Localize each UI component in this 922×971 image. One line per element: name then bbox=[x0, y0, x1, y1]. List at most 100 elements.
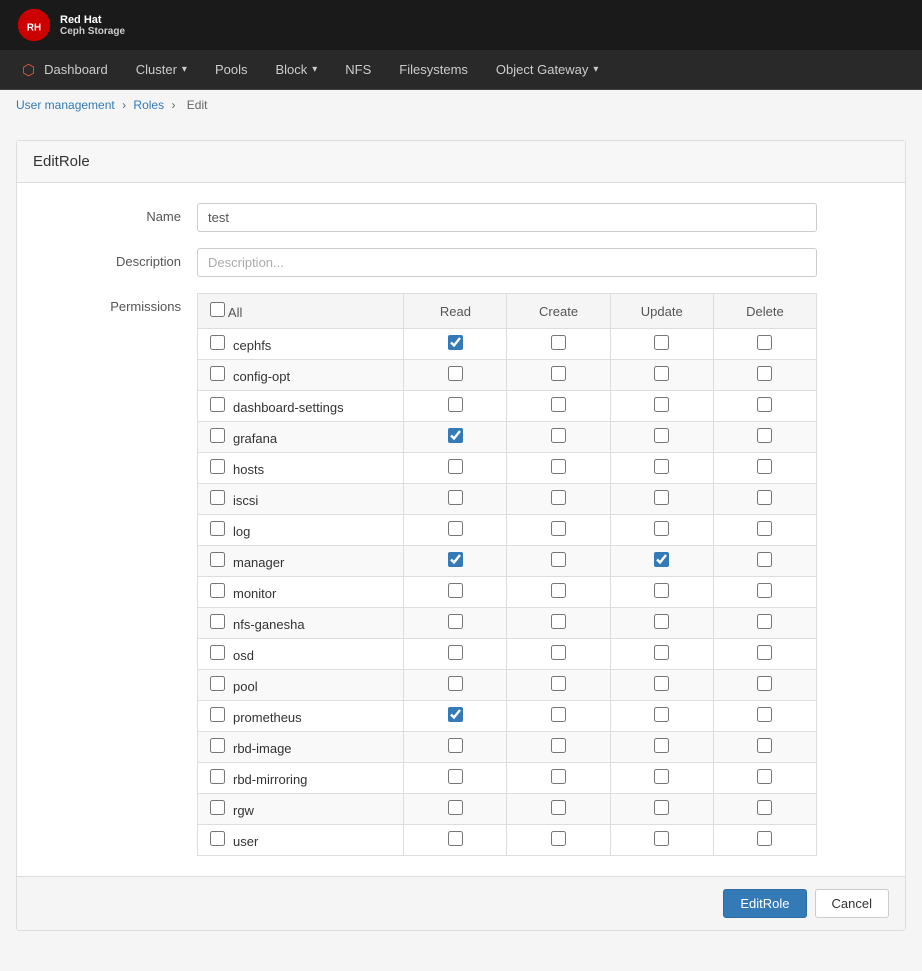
log-read-checkbox[interactable] bbox=[448, 521, 463, 536]
row-all-checkbox-user[interactable] bbox=[210, 831, 225, 846]
cancel-button[interactable]: Cancel bbox=[815, 889, 889, 918]
log-delete-checkbox[interactable] bbox=[757, 521, 772, 536]
prometheus-read-checkbox[interactable] bbox=[448, 707, 463, 722]
row-all-checkbox-config-opt[interactable] bbox=[210, 366, 225, 381]
log-create-checkbox[interactable] bbox=[551, 521, 566, 536]
prometheus-delete-checkbox[interactable] bbox=[757, 707, 772, 722]
nav-nfs[interactable]: NFS bbox=[331, 50, 385, 90]
nav-block[interactable]: Block ▾ bbox=[261, 50, 331, 90]
row-all-checkbox-rbd-image[interactable] bbox=[210, 738, 225, 753]
osd-read-checkbox[interactable] bbox=[448, 645, 463, 660]
iscsi-delete-checkbox[interactable] bbox=[757, 490, 772, 505]
nav-object-gateway[interactable]: Object Gateway ▾ bbox=[482, 50, 613, 90]
config-opt-create-checkbox[interactable] bbox=[551, 366, 566, 381]
rbd-mirroring-read-checkbox[interactable] bbox=[448, 769, 463, 784]
rgw-create-checkbox[interactable] bbox=[551, 800, 566, 815]
pool-create-checkbox[interactable] bbox=[551, 676, 566, 691]
nav-dashboard[interactable]: ⬡ Dashboard bbox=[8, 50, 122, 90]
rbd-mirroring-delete-checkbox[interactable] bbox=[757, 769, 772, 784]
hosts-read-checkbox[interactable] bbox=[448, 459, 463, 474]
row-all-checkbox-log[interactable] bbox=[210, 521, 225, 536]
pool-delete-checkbox[interactable] bbox=[757, 676, 772, 691]
monitor-update-checkbox[interactable] bbox=[654, 583, 669, 598]
rbd-image-read-checkbox[interactable] bbox=[448, 738, 463, 753]
rbd-image-create-checkbox[interactable] bbox=[551, 738, 566, 753]
config-opt-delete-checkbox[interactable] bbox=[757, 366, 772, 381]
name-input[interactable] bbox=[197, 203, 817, 232]
iscsi-create-checkbox[interactable] bbox=[551, 490, 566, 505]
manager-read-checkbox[interactable] bbox=[448, 552, 463, 567]
row-all-checkbox-rbd-mirroring[interactable] bbox=[210, 769, 225, 784]
rbd-mirroring-update-checkbox[interactable] bbox=[654, 769, 669, 784]
grafana-delete-checkbox[interactable] bbox=[757, 428, 772, 443]
row-all-checkbox-hosts[interactable] bbox=[210, 459, 225, 474]
breadcrumb-roles[interactable]: Roles bbox=[133, 98, 164, 112]
rbd-mirroring-create-checkbox[interactable] bbox=[551, 769, 566, 784]
row-all-checkbox-pool[interactable] bbox=[210, 676, 225, 691]
dashboard-settings-read-checkbox[interactable] bbox=[448, 397, 463, 412]
edit-role-button[interactable]: EditRole bbox=[723, 889, 806, 918]
prometheus-update-checkbox[interactable] bbox=[654, 707, 669, 722]
grafana-read-checkbox[interactable] bbox=[448, 428, 463, 443]
hosts-update-checkbox[interactable] bbox=[654, 459, 669, 474]
user-create-checkbox[interactable] bbox=[551, 831, 566, 846]
row-all-checkbox-cephfs[interactable] bbox=[210, 335, 225, 350]
row-all-checkbox-grafana[interactable] bbox=[210, 428, 225, 443]
config-opt-update-checkbox[interactable] bbox=[654, 366, 669, 381]
pool-read-checkbox[interactable] bbox=[448, 676, 463, 691]
nav-cluster[interactable]: Cluster ▾ bbox=[122, 50, 201, 90]
nfs-ganesha-delete-checkbox[interactable] bbox=[757, 614, 772, 629]
osd-update-checkbox[interactable] bbox=[654, 645, 669, 660]
rgw-read-checkbox[interactable] bbox=[448, 800, 463, 815]
manager-update-checkbox[interactable] bbox=[654, 552, 669, 567]
monitor-delete-checkbox[interactable] bbox=[757, 583, 772, 598]
dashboard-settings-create-checkbox[interactable] bbox=[551, 397, 566, 412]
rgw-delete-checkbox[interactable] bbox=[757, 800, 772, 815]
rbd-image-delete-checkbox[interactable] bbox=[757, 738, 772, 753]
hosts-create-checkbox[interactable] bbox=[551, 459, 566, 474]
log-update-checkbox[interactable] bbox=[654, 521, 669, 536]
manager-create-checkbox[interactable] bbox=[551, 552, 566, 567]
nfs-ganesha-create-checkbox[interactable] bbox=[551, 614, 566, 629]
row-all-checkbox-monitor[interactable] bbox=[210, 583, 225, 598]
select-all-checkbox[interactable] bbox=[210, 302, 225, 317]
osd-create-checkbox[interactable] bbox=[551, 645, 566, 660]
cephfs-read-checkbox[interactable] bbox=[448, 335, 463, 350]
nav-filesystems[interactable]: Filesystems bbox=[385, 50, 482, 90]
pool-update-checkbox[interactable] bbox=[654, 676, 669, 691]
dashboard-settings-update-checkbox[interactable] bbox=[654, 397, 669, 412]
rgw-update-checkbox[interactable] bbox=[654, 800, 669, 815]
osd-delete-checkbox[interactable] bbox=[757, 645, 772, 660]
breadcrumb-user-management[interactable]: User management bbox=[16, 98, 115, 112]
row-all-checkbox-iscsi[interactable] bbox=[210, 490, 225, 505]
row-all-checkbox-osd[interactable] bbox=[210, 645, 225, 660]
row-all-checkbox-dashboard-settings[interactable] bbox=[210, 397, 225, 412]
row-all-checkbox-rgw[interactable] bbox=[210, 800, 225, 815]
hosts-delete-checkbox[interactable] bbox=[757, 459, 772, 474]
row-all-checkbox-prometheus[interactable] bbox=[210, 707, 225, 722]
user-update-checkbox[interactable] bbox=[654, 831, 669, 846]
cephfs-delete-checkbox[interactable] bbox=[757, 335, 772, 350]
row-all-checkbox-nfs-ganesha[interactable] bbox=[210, 614, 225, 629]
grafana-create-checkbox[interactable] bbox=[551, 428, 566, 443]
user-delete-checkbox[interactable] bbox=[757, 831, 772, 846]
resource-name-label: manager bbox=[233, 555, 284, 570]
monitor-read-checkbox[interactable] bbox=[448, 583, 463, 598]
nfs-ganesha-read-checkbox[interactable] bbox=[448, 614, 463, 629]
description-input[interactable] bbox=[197, 248, 817, 277]
nav-pools[interactable]: Pools bbox=[201, 50, 262, 90]
user-read-checkbox[interactable] bbox=[448, 831, 463, 846]
prometheus-create-checkbox[interactable] bbox=[551, 707, 566, 722]
config-opt-read-checkbox[interactable] bbox=[448, 366, 463, 381]
grafana-update-checkbox[interactable] bbox=[654, 428, 669, 443]
iscsi-read-checkbox[interactable] bbox=[448, 490, 463, 505]
monitor-create-checkbox[interactable] bbox=[551, 583, 566, 598]
nfs-ganesha-update-checkbox[interactable] bbox=[654, 614, 669, 629]
iscsi-update-checkbox[interactable] bbox=[654, 490, 669, 505]
dashboard-settings-delete-checkbox[interactable] bbox=[757, 397, 772, 412]
cephfs-update-checkbox[interactable] bbox=[654, 335, 669, 350]
rbd-image-update-checkbox[interactable] bbox=[654, 738, 669, 753]
row-all-checkbox-manager[interactable] bbox=[210, 552, 225, 567]
cephfs-create-checkbox[interactable] bbox=[551, 335, 566, 350]
manager-delete-checkbox[interactable] bbox=[757, 552, 772, 567]
